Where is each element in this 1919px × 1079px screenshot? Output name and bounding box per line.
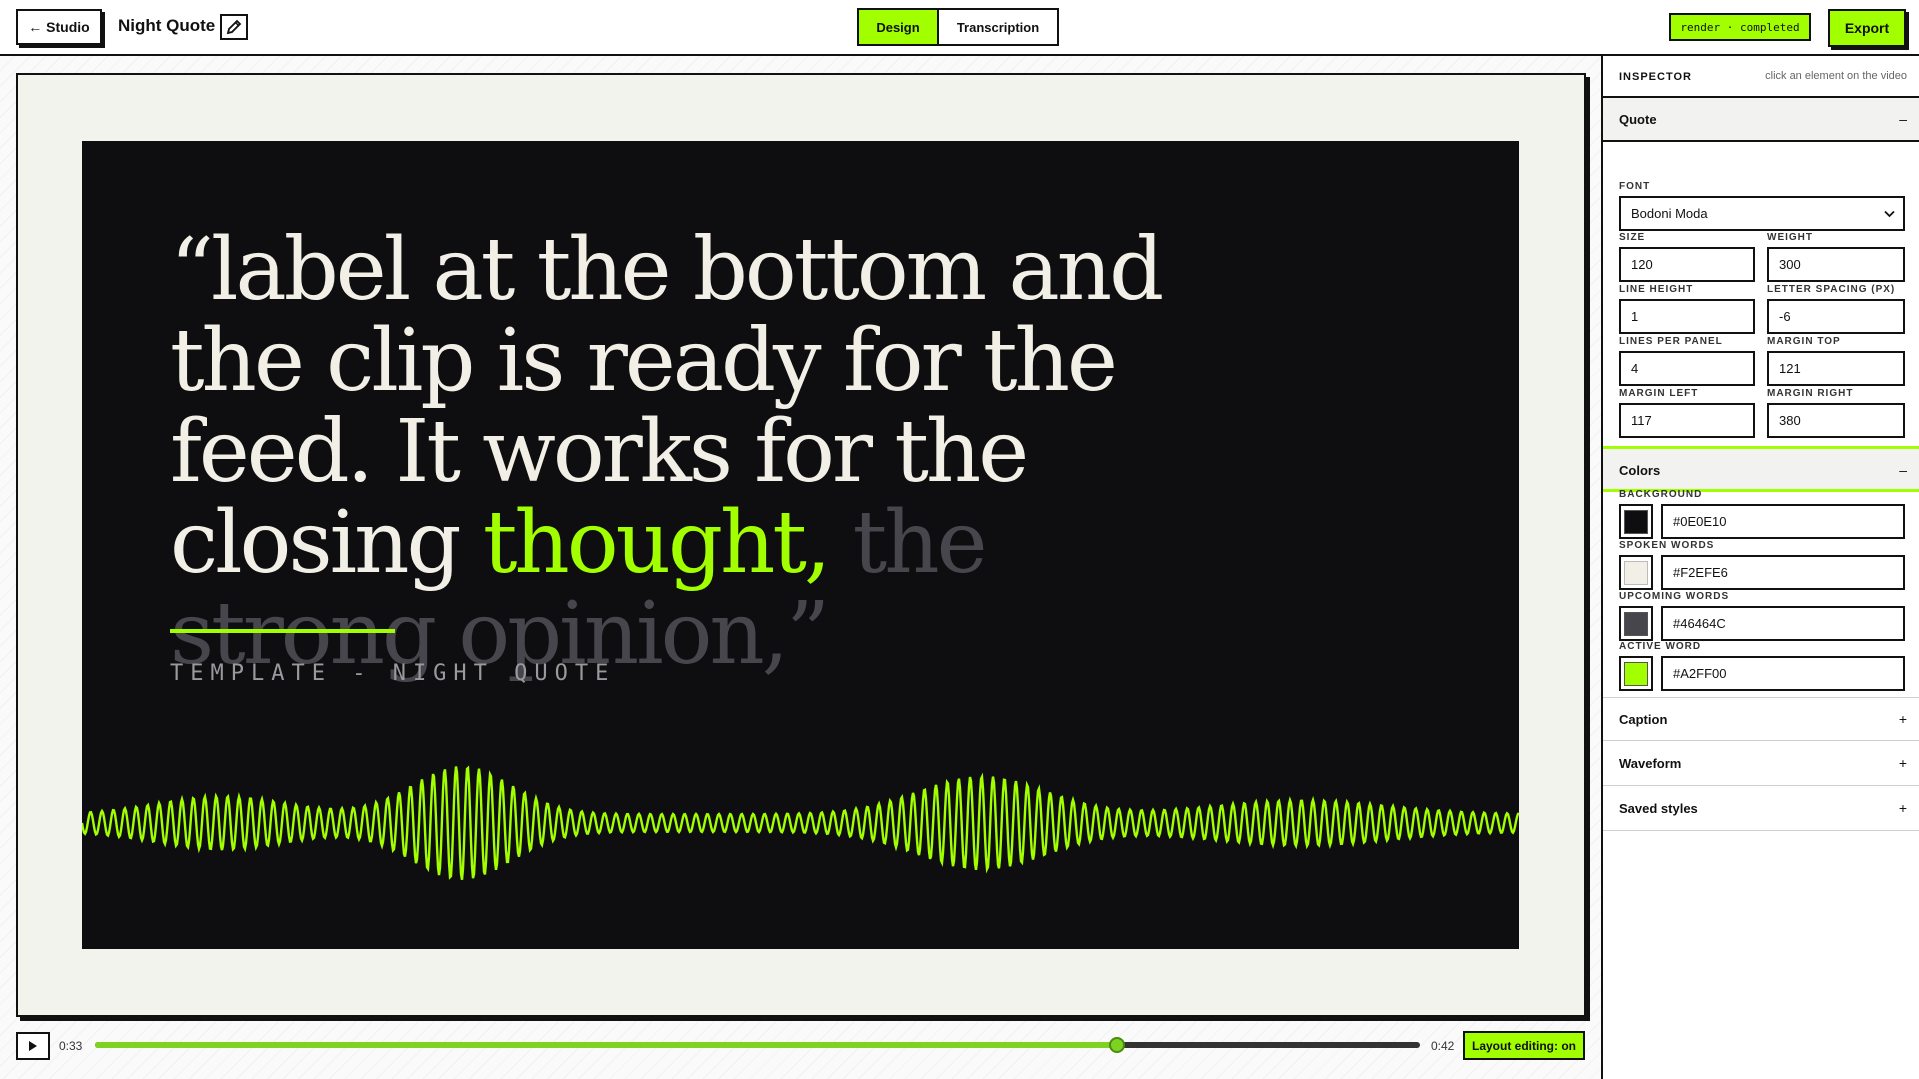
section-label: Quote bbox=[1619, 112, 1657, 127]
font-value: Bodoni Moda bbox=[1631, 206, 1708, 221]
active-color-swatch[interactable] bbox=[1619, 656, 1653, 691]
spoken-color-input[interactable]: #F2EFE6 bbox=[1661, 555, 1905, 590]
section-label: Saved styles bbox=[1619, 801, 1698, 816]
upcoming-color-swatch[interactable] bbox=[1619, 606, 1653, 641]
background-color-input[interactable]: #0E0E10 bbox=[1661, 504, 1905, 539]
collapse-icon: – bbox=[1899, 462, 1907, 478]
current-time: 0:33 bbox=[59, 1039, 83, 1053]
section-caption-header[interactable]: Caption + bbox=[1603, 697, 1919, 741]
color-chip bbox=[1624, 509, 1648, 534]
margin-left-input[interactable]: 117 bbox=[1619, 403, 1755, 438]
play-icon bbox=[29, 1041, 37, 1051]
waveform[interactable] bbox=[82, 761, 1519, 881]
layout-editing-toggle[interactable]: Layout editing: on bbox=[1463, 1031, 1585, 1060]
active-color-label: ACTIVE WORD bbox=[1619, 641, 1702, 652]
line-height-label: LINE HEIGHT bbox=[1619, 284, 1694, 295]
timeline-progress bbox=[95, 1042, 1117, 1048]
section-waveform-header[interactable]: Waveform + bbox=[1603, 742, 1919, 786]
inspector-hint: click an element on the video bbox=[1765, 70, 1907, 82]
margin-left-label: MARGIN LEFT bbox=[1619, 388, 1699, 399]
letter-spacing-input[interactable]: -6 bbox=[1767, 299, 1905, 334]
margin-right-input[interactable]: 380 bbox=[1767, 403, 1905, 438]
lines-per-panel-label: LINES PER PANEL bbox=[1619, 336, 1723, 347]
size-input[interactable]: 120 bbox=[1619, 247, 1755, 282]
collapse-icon: – bbox=[1899, 111, 1907, 127]
play-button[interactable] bbox=[16, 1032, 50, 1060]
active-word: thought, bbox=[482, 493, 831, 593]
expand-icon: + bbox=[1898, 800, 1907, 816]
background-color-swatch[interactable] bbox=[1619, 504, 1653, 539]
tab-design[interactable]: Design bbox=[859, 10, 939, 44]
weight-label: WEIGHT bbox=[1767, 232, 1813, 243]
section-colors-header[interactable]: Colors – bbox=[1603, 446, 1919, 492]
video-preview[interactable]: “label at the bottom and the clip is rea… bbox=[82, 141, 1519, 949]
section-label: Waveform bbox=[1619, 756, 1682, 771]
background-color-label: BACKGROUND bbox=[1619, 489, 1703, 500]
spoken-color-label: SPOKEN WORDS bbox=[1619, 540, 1715, 551]
quote-close-mark: ” bbox=[786, 584, 830, 684]
quote-open-mark: “ bbox=[170, 220, 214, 320]
quote-text[interactable]: “label at the bottom and the clip is rea… bbox=[170, 225, 1270, 680]
section-label: Colors bbox=[1619, 463, 1661, 478]
expand-icon: + bbox=[1898, 711, 1907, 727]
render-status-badge: render · completed bbox=[1669, 13, 1811, 41]
font-select[interactable]: Bodoni Moda bbox=[1619, 196, 1905, 231]
chevron-down-icon bbox=[1884, 210, 1895, 217]
margin-top-input[interactable]: 121 bbox=[1767, 351, 1905, 386]
mode-toggle: Design Transcription bbox=[857, 8, 1059, 46]
weight-input[interactable]: 300 bbox=[1767, 247, 1905, 282]
section-quote-header[interactable]: Quote – bbox=[1603, 98, 1919, 142]
project-name: Night Quote bbox=[118, 16, 216, 35]
color-chip bbox=[1624, 560, 1648, 585]
margin-top-label: MARGIN TOP bbox=[1767, 336, 1841, 347]
timeline-handle[interactable] bbox=[1108, 1037, 1125, 1053]
section-label: Caption bbox=[1619, 712, 1668, 727]
color-chip bbox=[1624, 611, 1648, 636]
lines-per-panel-input[interactable]: 4 bbox=[1619, 351, 1755, 386]
tab-transcription[interactable]: Transcription bbox=[939, 10, 1057, 44]
inspector-panel: INSPECTOR click an element on the video … bbox=[1601, 56, 1919, 1079]
timeline-scrubber[interactable] bbox=[95, 1037, 1420, 1053]
section-saved-styles-header[interactable]: Saved styles + bbox=[1603, 787, 1919, 831]
top-bar: ← Studio Night Quote Design Transcriptio… bbox=[0, 0, 1919, 56]
duration-time: 0:42 bbox=[1431, 1039, 1455, 1053]
letter-spacing-label: LETTER SPACING (PX) bbox=[1767, 284, 1896, 295]
upcoming-color-label: UPCOMING WORDS bbox=[1619, 591, 1730, 602]
accent-bar[interactable] bbox=[170, 629, 395, 633]
margin-right-label: MARGIN RIGHT bbox=[1767, 388, 1854, 399]
spoken-color-swatch[interactable] bbox=[1619, 555, 1653, 590]
inspector-title: INSPECTOR bbox=[1619, 71, 1692, 83]
size-label: SIZE bbox=[1619, 232, 1646, 243]
line-height-input[interactable]: 1 bbox=[1619, 299, 1755, 334]
upcoming-color-input[interactable]: #46464C bbox=[1661, 606, 1905, 641]
edit-name-button[interactable] bbox=[220, 14, 248, 40]
color-chip bbox=[1624, 661, 1648, 686]
inspector-header: INSPECTOR click an element on the video bbox=[1603, 56, 1919, 98]
pencil-icon bbox=[226, 19, 242, 35]
active-color-input[interactable]: #A2FF00 bbox=[1661, 656, 1905, 691]
waveform-line bbox=[82, 765, 1519, 881]
expand-icon: + bbox=[1898, 755, 1907, 771]
back-to-studio-button[interactable]: ← Studio bbox=[16, 9, 102, 45]
caption-text[interactable]: TEMPLATE - NIGHT QUOTE bbox=[170, 661, 615, 686]
font-label: FONT bbox=[1619, 181, 1651, 192]
export-button[interactable]: Export bbox=[1828, 9, 1906, 47]
